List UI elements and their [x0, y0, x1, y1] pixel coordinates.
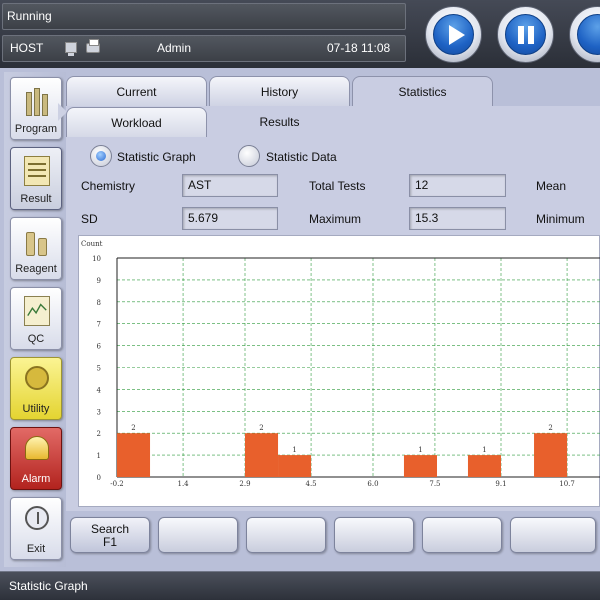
datetime-label: 07-18 11:08 [327, 41, 391, 55]
x-tick-label: 7.5 [429, 480, 440, 488]
x-tick-label: 2.9 [239, 480, 250, 488]
status-bar: Statistic Graph [0, 571, 600, 600]
bar-value-label: 2 [131, 424, 135, 432]
utility-icon [25, 366, 49, 390]
stop-icon [577, 14, 600, 55]
sidebar-item-result[interactable]: Result [10, 147, 62, 210]
statistic-data-radio[interactable] [238, 145, 260, 167]
bar-value-label: 1 [482, 446, 486, 454]
sidebar-item-program[interactable]: Program [10, 77, 62, 140]
chemistry-field: AST [182, 174, 278, 197]
tab-history[interactable]: History [209, 76, 350, 106]
sidebar-item-label: QC [27, 333, 45, 345]
subtab-results[interactable]: Results [209, 107, 350, 137]
sidebar-item-utility[interactable]: Utility [10, 357, 62, 420]
bar-value-label: 1 [418, 446, 422, 454]
minimum-label: Minimum [536, 212, 585, 226]
run-status: Running [2, 3, 406, 30]
bar-value-label: 2 [259, 424, 263, 432]
y-axis-title: Count [81, 240, 103, 248]
sidebar-item-label: Utility [22, 403, 50, 415]
histogram-svg: 0 1 2 3 4 5 6 7 8 9 10 -0.2 1.4 2.9 4.5 6.0 7.5 9.1 10.7 Co… [81, 240, 600, 488]
x-tick-label: 10.7 [559, 480, 575, 488]
function-button-3[interactable] [246, 517, 326, 553]
play-button[interactable] [425, 6, 482, 63]
host-label: HOST [10, 41, 44, 55]
sd-field: 5.679 [182, 207, 278, 230]
histogram-bar [278, 455, 312, 477]
result-icon [24, 156, 50, 186]
computer-icon [65, 42, 77, 56]
y-tick-label: 4 [97, 386, 102, 394]
sidebar-item-exit[interactable]: Exit [10, 497, 62, 560]
histogram-bar [403, 455, 437, 477]
run-status-text: Running [7, 9, 52, 23]
y-tick-label: 1 [97, 452, 101, 460]
qc-icon [24, 296, 50, 326]
bar-value-label: 1 [292, 446, 296, 454]
total-tests-label: Total Tests [309, 179, 366, 193]
exit-icon [25, 506, 49, 530]
maximum-label: Maximum [309, 212, 362, 226]
sidebar-item-label: Reagent [15, 263, 57, 275]
subtab-workload[interactable]: Workload [66, 107, 207, 137]
program-icon [24, 86, 50, 116]
sidebar-item-qc[interactable]: QC [10, 287, 62, 350]
y-tick-label: 9 [97, 277, 101, 285]
sidebar-item-label: Alarm [21, 473, 51, 485]
y-tick-label: 8 [97, 299, 101, 307]
tab-current[interactable]: Current [66, 76, 207, 106]
sd-label: SD [81, 212, 98, 226]
sidebar-item-label: Exit [26, 543, 46, 555]
y-tick-label: 2 [97, 430, 101, 438]
x-tick-label: 1.4 [177, 480, 189, 488]
chemistry-label: Chemistry [81, 179, 136, 193]
y-tick-label: 7 [97, 321, 101, 329]
y-tick-label: 0 [97, 474, 101, 482]
histogram-bar [534, 433, 568, 477]
x-tick-label: 6.0 [367, 480, 378, 488]
x-tick-label: 4.5 [305, 480, 316, 488]
y-tick-label: 5 [97, 365, 101, 373]
function-button-5[interactable] [422, 517, 502, 553]
search-button[interactable]: Search F1 [70, 517, 150, 553]
maximum-field: 15.3 [409, 207, 506, 230]
sidebar-item-reagent[interactable]: Reagent [10, 217, 62, 280]
tab-statistics[interactable]: Statistics [352, 76, 493, 106]
y-tick-label: 10 [92, 255, 101, 263]
y-tick-label: 3 [97, 408, 101, 416]
histogram-bar [245, 433, 279, 477]
sidebar-item-label: Result [20, 193, 52, 205]
status-bar-text: Statistic Graph [9, 579, 88, 593]
statistic-graph-label: Statistic Graph [117, 150, 196, 164]
sidebar-item-label: Program [14, 123, 58, 135]
function-button-6[interactable] [510, 517, 596, 553]
bar-value-label: 2 [548, 424, 552, 432]
sidebar-item-alarm[interactable]: Alarm [10, 427, 62, 490]
histogram-bar [467, 455, 501, 477]
histogram-bar [117, 433, 151, 477]
printer-icon [86, 39, 100, 53]
function-button-2[interactable] [158, 517, 238, 553]
statistic-graph-radio[interactable] [90, 145, 112, 167]
total-tests-field: 12 [409, 174, 506, 197]
search-button-key: F1 [102, 535, 117, 549]
x-tick-label: -0.2 [110, 480, 124, 488]
pause-button[interactable] [497, 6, 554, 63]
function-button-4[interactable] [334, 517, 414, 553]
user-label: Admin [157, 41, 192, 55]
statistic-chart: 0 1 2 3 4 5 6 7 8 9 10 -0.2 1.4 2.9 4.5 6.0 7.5 9.1 10.7 Co… [78, 235, 600, 507]
mean-label: Mean [536, 179, 567, 193]
info-bar: HOST Admin 07-18 11:08 [2, 35, 406, 62]
alarm-icon [25, 436, 49, 460]
reagent-icon [24, 226, 50, 256]
statistic-data-label: Statistic Data [266, 150, 337, 164]
y-tick-label: 6 [97, 343, 102, 351]
sidebar: Program Result Reagent QC Utility Alarm … [4, 72, 66, 567]
pause-icon [505, 14, 546, 55]
x-tick-label: 9.1 [495, 480, 506, 488]
play-icon [449, 25, 465, 45]
